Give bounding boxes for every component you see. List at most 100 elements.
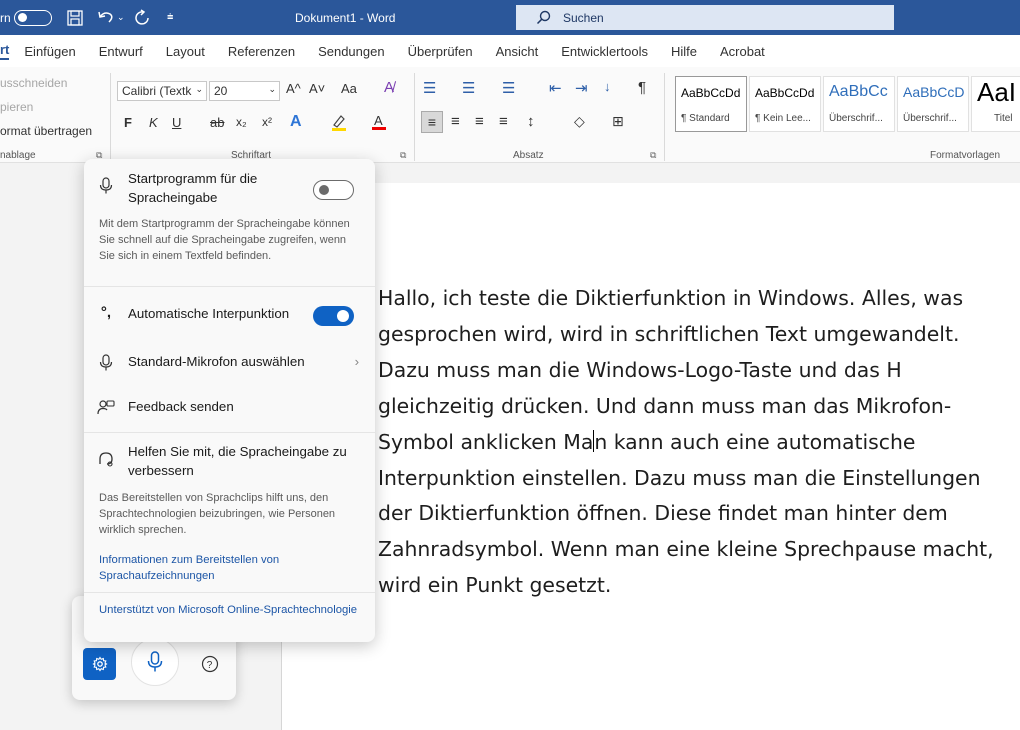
increase-indent-icon[interactable]: ⇥ (575, 79, 588, 97)
superscript-button[interactable]: x² (262, 115, 272, 129)
style-titel[interactable]: AaI Titel (971, 76, 1020, 132)
help-button[interactable]: ? (198, 652, 222, 676)
document-text-after-cursor: n kann auch eine automatische Interpunkt… (378, 429, 994, 598)
italic-button[interactable]: K (149, 115, 158, 130)
shrink-font-button[interactable]: A˅ (309, 81, 325, 96)
launcher-description: Mit dem Startprogramm der Spracheingabe … (99, 218, 350, 262)
divider (414, 73, 415, 161)
pilcrow-icon[interactable]: ¶ (638, 79, 646, 96)
launcher-setting-label: Startprogramm für die Spracheingabe (128, 171, 258, 205)
decrease-indent-icon[interactable]: ⇤ (549, 79, 562, 97)
align-center-icon[interactable]: ≡ (451, 113, 460, 130)
style-ueberschrift-2[interactable]: AaBbCcD Überschrif... (897, 76, 969, 132)
line-spacing-icon[interactable]: ↕ (527, 113, 535, 130)
underline-button[interactable]: U (172, 115, 181, 130)
tab-einfuegen[interactable]: Einfügen (24, 44, 75, 59)
tab-ansicht[interactable]: Ansicht (496, 44, 539, 59)
autosave-toggle[interactable] (13, 9, 52, 26)
copy-button[interactable]: pieren (0, 100, 33, 114)
gear-icon (91, 656, 108, 672)
search-box[interactable]: Suchen (516, 5, 894, 30)
search-icon (536, 10, 551, 25)
bullets-icon[interactable]: ☰ (423, 79, 436, 97)
font-launcher-icon[interactable]: ⧉ (400, 150, 406, 161)
style-preview: AaI (977, 77, 1017, 107)
ribbon: usschneiden pieren ormat übertragen nabl… (0, 67, 1020, 163)
tab-entwicklertools[interactable]: Entwicklertools (561, 44, 648, 59)
style-kein-leerraum[interactable]: AaBbCcDd ¶ Kein Lee... (749, 76, 821, 132)
document-title: Dokument1 - Word (295, 10, 396, 25)
microphone-button[interactable] (131, 638, 179, 686)
style-preview: AaBbCcD (903, 84, 965, 100)
grow-font-button[interactable]: A^ (286, 81, 301, 96)
style-preview: AaBbCc (829, 83, 888, 100)
tab-acrobat[interactable]: Acrobat (720, 44, 765, 59)
tab-sendungen[interactable]: Sendungen (318, 44, 385, 59)
launcher-toggle[interactable] (313, 180, 354, 200)
format-painter-button[interactable]: ormat übertragen (0, 124, 92, 138)
subscript-button[interactable]: x₂ (236, 115, 247, 129)
multilevel-list-icon[interactable]: ☰ (502, 79, 515, 97)
auto-punctuation-label: Automatische Interpunktion (128, 306, 290, 321)
style-name: ¶ Standard (681, 113, 730, 124)
align-right-icon[interactable]: ≡ (475, 113, 484, 130)
borders-icon[interactable]: ⊞ (612, 113, 624, 130)
title-bar: rn ⌄ ⩧ Dokument1 - Word Suchen (0, 0, 1020, 35)
text-effects-icon[interactable]: A (290, 113, 302, 131)
font-name-value: Calibri (Textk (122, 84, 192, 98)
tab-start[interactable]: rt (0, 42, 10, 60)
tab-entwurf[interactable]: Entwurf (99, 44, 143, 59)
tab-ueberpruefen[interactable]: Überprüfen (408, 44, 473, 59)
powered-by-link[interactable]: Unterstützt von Microsoft Online-Spracht… (99, 602, 359, 618)
shading-icon[interactable]: ◇ (574, 113, 585, 130)
font-color-icon[interactable]: A (370, 113, 388, 131)
style-name: ¶ Kein Lee... (755, 113, 811, 124)
justify-icon[interactable]: ≡ (499, 113, 508, 130)
voice-typing-settings-panel: Startprogramm für die Spracheingabe Mit … (84, 159, 375, 642)
change-case-button[interactable]: Aa (341, 81, 357, 96)
align-left-icon[interactable]: ≡ (421, 111, 443, 133)
redo-icon[interactable] (134, 0, 152, 35)
clear-formatting-icon[interactable]: A̸ (384, 79, 394, 96)
font-size-select[interactable]: 20 ⌄ (209, 81, 280, 101)
undo-dropdown-icon[interactable]: ⌄ (117, 0, 125, 35)
customize-qat-icon[interactable]: ⩧ (167, 0, 173, 35)
mic-select-row[interactable]: Standard-Mikrofon auswählen › (84, 354, 375, 372)
style-name: Überschrif... (829, 113, 883, 124)
numbering-icon[interactable]: ☰ (462, 79, 475, 97)
save-icon[interactable] (66, 0, 84, 35)
document-text-before-cursor: Hallo, ich teste die Diktierfunktion in … (378, 286, 964, 454)
sort-icon[interactable]: ↓ (604, 79, 611, 94)
tab-layout[interactable]: Layout (166, 44, 205, 59)
style-preview: AaBbCcDd (681, 86, 741, 100)
feedback-label: Feedback senden (128, 399, 234, 414)
voice-clip-icon (84, 442, 128, 468)
paragraph-launcher-icon[interactable]: ⧉ (650, 150, 656, 161)
bold-button[interactable]: F (124, 115, 132, 130)
ribbon-tabs: rt Einfügen Entwurf Layout Referenzen Se… (0, 35, 1020, 67)
divider (110, 73, 111, 161)
feedback-row[interactable]: Feedback senden (84, 399, 375, 417)
font-name-select[interactable]: Calibri (Textk ⌄ (117, 81, 207, 101)
search-label: Suchen (563, 10, 604, 25)
chevron-down-icon: ⌄ (268, 84, 276, 94)
style-preview: AaBbCcDd (755, 86, 815, 100)
style-ueberschrift-1[interactable]: AaBbCc Überschrif... (823, 76, 895, 132)
divider (84, 592, 375, 593)
cut-button[interactable]: usschneiden (0, 76, 67, 90)
feedback-icon (84, 399, 128, 417)
clipboard-group-label: nablage (0, 150, 36, 161)
undo-icon[interactable] (96, 0, 116, 35)
style-name: Titel (994, 113, 1013, 124)
font-size-value: 20 (214, 84, 228, 98)
settings-button[interactable] (83, 648, 116, 680)
highlight-icon[interactable] (330, 113, 348, 131)
voice-recording-info-link[interactable]: Informationen zum Bereitstellen von Spra… (99, 552, 359, 584)
style-standard[interactable]: AaBbCcDd ¶ Standard (675, 76, 747, 132)
document-body-text[interactable]: Hallo, ich teste die Diktierfunktion in … (378, 281, 1003, 604)
tab-hilfe[interactable]: Hilfe (671, 44, 697, 59)
auto-punctuation-toggle[interactable] (313, 306, 354, 326)
tab-referenzen[interactable]: Referenzen (228, 44, 295, 59)
svg-text:?: ? (207, 660, 213, 671)
strikethrough-button[interactable]: ab (210, 115, 224, 130)
